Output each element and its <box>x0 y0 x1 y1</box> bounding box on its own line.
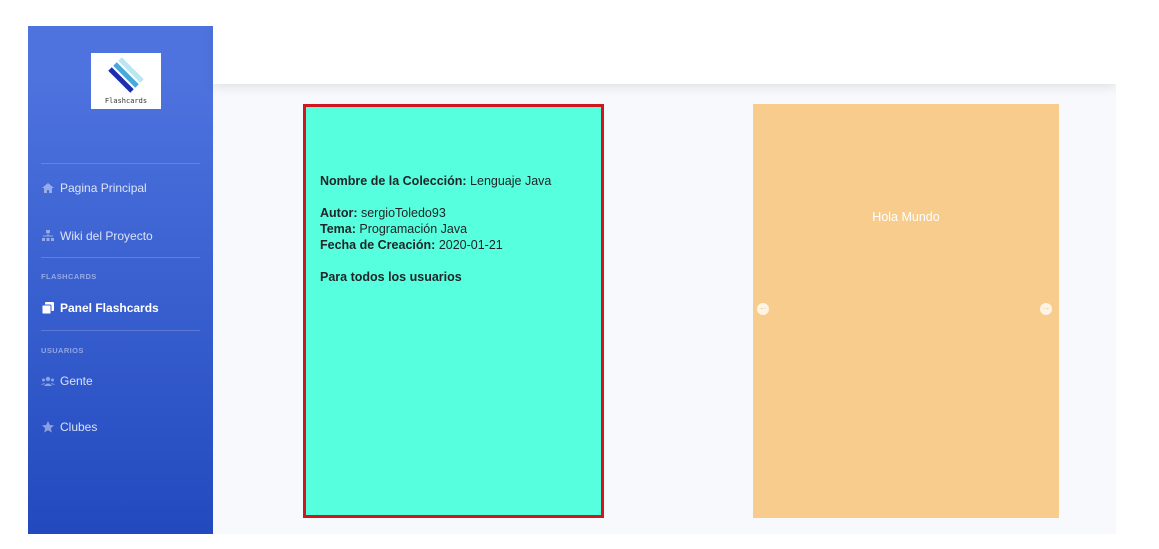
sidebar-item-label: Gente <box>60 374 93 388</box>
sidebar-item-label: Clubes <box>60 420 98 434</box>
clone-icon <box>41 302 54 315</box>
topic-value: Programación Java <box>359 222 468 236</box>
sidebar-item-clubes[interactable]: Clubes <box>41 417 97 437</box>
sidebar-divider <box>41 330 200 331</box>
sidebar-item-pagina-principal[interactable]: Pagina Principal <box>41 178 147 198</box>
star-icon <box>42 421 54 433</box>
visibility-value: Para todos los usuarios <box>320 270 462 284</box>
author-label: Autor: <box>320 206 358 220</box>
collection-name-line: Nombre de la Colección: Lenguaje Java <box>320 173 587 189</box>
sidebar-item-label: Panel Flashcards <box>60 301 159 315</box>
sidebar-item-panel-flashcards[interactable]: Panel Flashcards <box>41 298 159 318</box>
creation-date-value: 2020-01-21 <box>438 238 503 252</box>
flashcard-front[interactable]: Nombre de la Colección: Lenguaje Java Au… <box>303 104 604 518</box>
arrow-circle-right-icon[interactable]: → <box>1040 302 1052 315</box>
topbar <box>213 26 1116 84</box>
app-frame: Flashcards Pagina Principal Wiki del Pro… <box>28 26 1116 534</box>
sidebar-divider <box>41 257 200 258</box>
flashcard-back-text: Hola Mundo <box>872 210 940 224</box>
brand-logo-text: Flashcards <box>104 97 148 105</box>
flashcards-logo-icon <box>108 57 144 93</box>
sidebar-item-label: Wiki del Proyecto <box>60 229 153 243</box>
author-line: Autor: sergioToledo93 <box>320 205 587 221</box>
collection-name-label: Nombre de la Colección: <box>320 174 467 188</box>
flashcard-back[interactable]: Hola Mundo ← → <box>753 104 1059 518</box>
home-icon <box>42 183 54 193</box>
users-icon <box>41 376 55 386</box>
sidebar: Flashcards Pagina Principal Wiki del Pro… <box>28 26 213 534</box>
creation-date-line: Fecha de Creación: 2020-01-21 <box>320 237 587 253</box>
sitemap-icon <box>42 230 54 241</box>
topic-label: Tema: <box>320 222 356 236</box>
topic-line: Tema: Programación Java <box>320 221 587 237</box>
visibility-line: Para todos los usuarios <box>320 269 587 285</box>
collection-name-value: Lenguaje Java <box>470 174 552 188</box>
author-value: sergioToledo93 <box>360 206 446 220</box>
creation-date-label: Fecha de Creación: <box>320 238 436 252</box>
sidebar-item-wiki-del-proyecto[interactable]: Wiki del Proyecto <box>41 226 153 246</box>
sidebar-item-label: Pagina Principal <box>60 181 147 195</box>
sidebar-heading-usuarios: USUARIOS <box>41 346 84 355</box>
arrow-circle-left-icon[interactable]: ← <box>757 302 769 315</box>
brand-logo[interactable]: Flashcards <box>91 53 161 109</box>
sidebar-item-gente[interactable]: Gente <box>41 371 93 391</box>
sidebar-heading-flashcards: FLASHCARDS <box>41 272 97 281</box>
sidebar-divider <box>41 163 200 164</box>
